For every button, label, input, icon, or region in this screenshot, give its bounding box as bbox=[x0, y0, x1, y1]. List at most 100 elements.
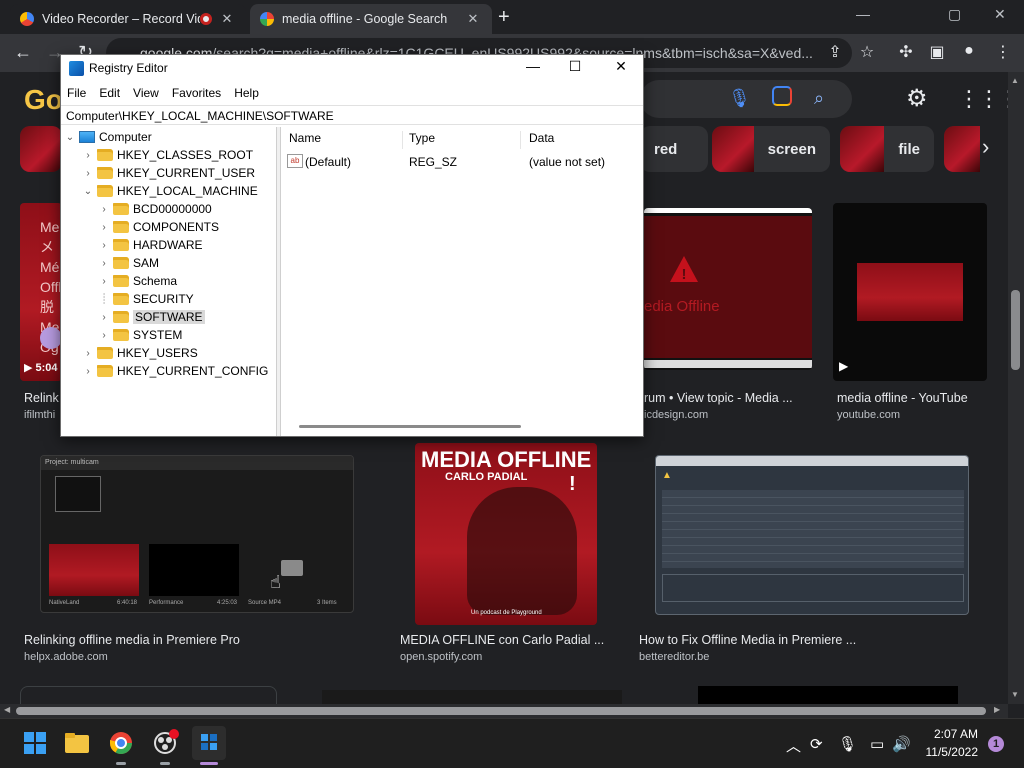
tree-node-system[interactable]: › SYSTEM bbox=[97, 326, 182, 344]
menu-favorites[interactable]: Favorites bbox=[166, 83, 228, 103]
clock-time[interactable]: 2:07 AM bbox=[918, 727, 978, 741]
result-source[interactable]: ifilmthi bbox=[24, 409, 55, 421]
chip-screen[interactable]: screen bbox=[712, 126, 830, 172]
maximize-button[interactable]: ☐ bbox=[555, 58, 595, 75]
chrome-menu-icon[interactable]: ⋮ bbox=[992, 42, 1014, 62]
expand-arrow-icon[interactable]: › bbox=[97, 276, 111, 287]
scroll-down-icon[interactable]: ▼ bbox=[1011, 690, 1019, 699]
menu-file[interactable]: File bbox=[61, 83, 93, 103]
tree-node-bcd[interactable]: › BCD00000000 bbox=[97, 200, 211, 218]
tab-google-search[interactable]: media offline - Google Search ✕ bbox=[250, 4, 492, 34]
tree-node-software[interactable]: › SOFTWARE bbox=[97, 308, 205, 326]
result-source[interactable]: icdesign.com bbox=[644, 409, 708, 421]
share-icon[interactable]: ⇪ bbox=[824, 42, 846, 62]
side-panel-icon[interactable]: ▣ bbox=[926, 42, 948, 62]
chip-partial-right[interactable] bbox=[944, 126, 980, 172]
back-button[interactable]: ← bbox=[14, 42, 32, 63]
vertical-scroll-thumb[interactable] bbox=[1011, 290, 1020, 370]
sync-icon[interactable]: ⟳ bbox=[810, 735, 823, 753]
tree-node-hardware[interactable]: › HARDWARE bbox=[97, 236, 202, 254]
expand-arrow-icon[interactable]: › bbox=[97, 240, 111, 251]
expand-arrow-icon[interactable]: › bbox=[81, 348, 95, 359]
network-icon[interactable]: ▭ bbox=[870, 735, 884, 753]
volume-icon[interactable]: 🔊 bbox=[892, 735, 911, 753]
result-image-youtube[interactable]: ▶ bbox=[833, 203, 987, 381]
chips-next-chevron-icon[interactable]: › bbox=[982, 134, 989, 160]
result-title[interactable]: Relink bbox=[24, 391, 59, 405]
google-logo[interactable]: Go bbox=[24, 84, 63, 116]
chrome-taskbar-icon[interactable] bbox=[104, 726, 138, 760]
result-image-bettereditor[interactable]: ▲ bbox=[655, 455, 969, 615]
new-tab-button[interactable]: + bbox=[498, 6, 510, 29]
horizontal-scroll-thumb[interactable] bbox=[299, 425, 521, 428]
result-image-media-offline-forum[interactable]: ! edia Offline bbox=[644, 208, 812, 370]
scroll-left-icon[interactable]: ◀ bbox=[4, 705, 10, 714]
minimize-window-button[interactable]: — bbox=[856, 6, 870, 22]
tree-node-hku[interactable]: › HKEY_USERS bbox=[81, 344, 197, 362]
column-header-type[interactable]: Type bbox=[401, 131, 521, 149]
table-row[interactable]: ab (Default) REG_SZ (value not set) bbox=[281, 154, 641, 170]
result-card-partial[interactable] bbox=[20, 686, 277, 704]
result-image-partial[interactable] bbox=[322, 690, 622, 704]
expand-arrow-icon[interactable]: › bbox=[97, 330, 111, 341]
notification-badge[interactable]: 1 bbox=[988, 736, 1004, 752]
tree-node-computer[interactable]: ⌄ Computer bbox=[63, 128, 152, 146]
expand-arrow-icon[interactable]: › bbox=[81, 366, 95, 377]
expand-arrow-icon[interactable]: › bbox=[81, 168, 95, 179]
microphone-icon[interactable]: 🎙 bbox=[838, 735, 857, 753]
result-image-premiere[interactable]: Project: multicam NativeLand 6:40:18 Per… bbox=[40, 455, 354, 613]
tree-node-hkcu[interactable]: › HKEY_CURRENT_USER bbox=[81, 164, 255, 182]
tree-node-security[interactable]: ┊ SECURITY bbox=[97, 290, 194, 308]
voice-search-icon[interactable]: 🎙 bbox=[728, 88, 751, 109]
show-hidden-icons-chevron-icon[interactable]: ︿ bbox=[786, 735, 801, 756]
close-tab-icon[interactable]: ✕ bbox=[218, 11, 236, 27]
profile-avatar-icon[interactable]: ● bbox=[958, 42, 980, 60]
menu-view[interactable]: View bbox=[127, 83, 166, 103]
tree-node-sam[interactable]: › SAM bbox=[97, 254, 159, 272]
result-source[interactable]: open.spotify.com bbox=[400, 651, 482, 663]
result-source[interactable]: bettereditor.be bbox=[639, 651, 709, 663]
horizontal-scroll-thumb[interactable] bbox=[16, 707, 986, 715]
column-header-data[interactable]: Data bbox=[521, 131, 641, 149]
expand-arrow-icon[interactable]: › bbox=[97, 222, 111, 233]
result-title[interactable]: media offline - YouTube bbox=[837, 391, 968, 405]
scroll-up-icon[interactable]: ▲ bbox=[1011, 76, 1019, 85]
minimize-button[interactable]: — bbox=[513, 58, 553, 74]
chip-partial[interactable] bbox=[20, 126, 62, 172]
result-source[interactable]: youtube.com bbox=[837, 409, 900, 421]
tab-video-recorder[interactable]: Video Recorder – Record Vid ✕ bbox=[10, 4, 246, 34]
result-image-spotify-podcast[interactable]: MEDIA OFFLINE CARLO PADIAL ! Un podcast … bbox=[415, 443, 597, 625]
search-icon[interactable]: ⌕ bbox=[814, 88, 824, 109]
expand-arrow-icon[interactable]: › bbox=[97, 204, 111, 215]
expand-arrow-icon[interactable]: › bbox=[97, 312, 111, 323]
maximize-window-button[interactable]: ▢ bbox=[948, 6, 961, 23]
tree-node-hkcc[interactable]: › HKEY_CURRENT_CONFIG bbox=[81, 362, 268, 380]
chip-red[interactable]: red bbox=[640, 126, 708, 172]
menu-help[interactable]: Help bbox=[228, 83, 266, 103]
column-header-name[interactable]: Name bbox=[281, 131, 403, 149]
result-title[interactable]: How to Fix Offline Media in Premiere ... bbox=[639, 633, 856, 647]
obs-recorder-icon[interactable] bbox=[148, 726, 182, 760]
clock-date[interactable]: 11/5/2022 bbox=[918, 745, 979, 759]
tree-node-schema[interactable]: › Schema bbox=[97, 272, 177, 290]
result-title[interactable]: Relinking offline media in Premiere Pro bbox=[24, 633, 240, 647]
result-title[interactable]: rum • View topic - Media ... bbox=[644, 391, 793, 405]
tree-node-hklm[interactable]: ⌄ HKEY_LOCAL_MACHINE bbox=[81, 182, 258, 200]
result-source[interactable]: helpx.adobe.com bbox=[24, 651, 108, 663]
close-window-button[interactable]: ✕ bbox=[994, 6, 1006, 23]
scroll-right-icon[interactable]: ▶ bbox=[994, 705, 1000, 714]
chip-file[interactable]: file bbox=[840, 126, 934, 172]
expand-arrow-icon[interactable]: › bbox=[81, 150, 95, 161]
registry-address-bar[interactable]: Computer\HKEY_LOCAL_MACHINE\SOFTWARE bbox=[61, 105, 643, 125]
tree-node-hkcr[interactable]: › HKEY_CLASSES_ROOT bbox=[81, 146, 253, 164]
result-image-partial[interactable] bbox=[698, 686, 958, 704]
collapse-arrow-icon[interactable]: ⌄ bbox=[81, 186, 95, 197]
extensions-icon[interactable]: ✣ bbox=[895, 42, 917, 62]
vertical-scrollbar[interactable] bbox=[1008, 72, 1024, 704]
registry-title-bar[interactable]: Registry Editor — ☐ ✕ bbox=[61, 55, 643, 81]
lens-search-icon[interactable] bbox=[772, 86, 792, 106]
expand-arrow-icon[interactable]: › bbox=[97, 258, 111, 269]
close-tab-icon[interactable]: ✕ bbox=[464, 11, 482, 27]
collapse-arrow-icon[interactable]: ⌄ bbox=[63, 132, 77, 143]
result-title[interactable]: MEDIA OFFLINE con Carlo Padial ... bbox=[400, 633, 604, 647]
